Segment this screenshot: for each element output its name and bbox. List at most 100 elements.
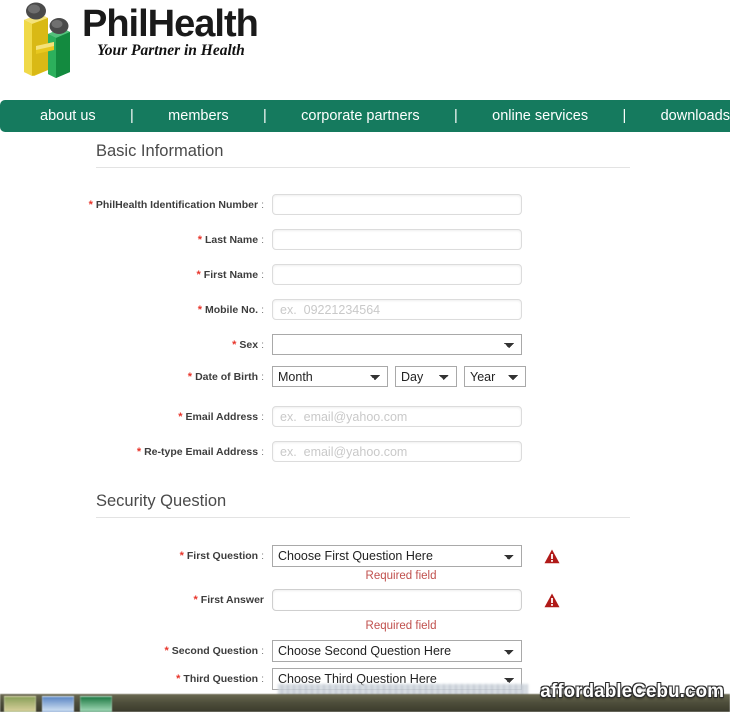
label-colon: : (261, 338, 264, 351)
brand-text-block: PhilHealth Your Partner in Health (82, 4, 282, 60)
section-divider (96, 167, 630, 168)
field-row-sex: * Sex: (0, 334, 730, 355)
required-asterisk: * (196, 268, 201, 281)
nav-separator: | (622, 108, 627, 124)
birth-year-select[interactable]: Year (464, 366, 526, 387)
email-input[interactable] (272, 406, 522, 427)
label-pin: * PhilHealth Identification Number: (0, 199, 272, 211)
label-pin-text: PhilHealth Identification Number (95, 198, 259, 211)
first-answer-warning (537, 593, 567, 608)
first-answer-input[interactable] (272, 589, 522, 611)
required-asterisk: * (197, 303, 202, 316)
first-question-select[interactable]: Choose First Question Here (272, 545, 522, 567)
watermark: affordableCebu.com (540, 681, 724, 702)
page-header: PhilHealth Your Partner in Health (0, 0, 730, 98)
label-first-question: * First Question: (0, 550, 272, 562)
required-asterisk: * (232, 338, 237, 351)
label-first-question-text: First Question (186, 550, 259, 562)
label-colon: : (261, 268, 264, 281)
first-question-warning (537, 549, 567, 564)
warning-triangle-icon (544, 593, 560, 607)
second-question-select[interactable]: Choose Second Question Here (272, 640, 522, 662)
label-email: * Email Address: (0, 411, 272, 423)
required-asterisk: * (176, 673, 181, 685)
section-divider (96, 517, 630, 518)
warning-triangle-icon (544, 549, 560, 563)
first-answer-error-message: Required field (365, 620, 437, 632)
brand-name: PhilHealth (82, 3, 259, 45)
required-asterisk: * (164, 645, 169, 657)
label-date-of-birth-text: Date of Birth (195, 370, 259, 383)
label-sex-text: Sex (239, 338, 259, 351)
nav-item-about-us[interactable]: about us (40, 108, 96, 124)
label-colon: : (261, 233, 264, 246)
label-mobile-no: * Mobile No.: (0, 304, 272, 316)
label-third-question-text: Third Question (183, 673, 259, 685)
label-first-name: * First Name: (0, 269, 272, 281)
site-logo[interactable]: PhilHealth Your Partner in Health (10, 0, 270, 80)
label-email-text: Email Address (185, 410, 259, 423)
nav-item-downloads[interactable]: downloads (661, 108, 730, 124)
field-row-first-name: * First Name: (0, 264, 730, 285)
label-second-question: * Second Question: (0, 645, 272, 657)
retype-email-input[interactable] (272, 441, 522, 462)
last-name-input[interactable] (272, 229, 522, 250)
nav-separator: | (130, 108, 134, 124)
birth-month-select[interactable]: Month (272, 366, 388, 387)
label-colon: : (261, 370, 264, 383)
field-row-first-answer: * First Answer (0, 589, 730, 611)
main-navigation: about us | members | corporate partners … (0, 100, 730, 132)
label-last-name-text: Last Name (204, 233, 259, 246)
required-asterisk: * (187, 370, 193, 383)
required-asterisk: * (178, 410, 183, 423)
field-row-second-question: * Second Question: Choose Second Question… (0, 640, 730, 662)
sex-select[interactable] (272, 334, 522, 355)
registration-form: Basic Information * PhilHealth Identifica… (0, 132, 730, 690)
field-row-first-question: * First Question: Choose First Question H… (0, 545, 730, 567)
birth-day-select[interactable]: Day (395, 366, 457, 387)
nav-item-corporate-partners[interactable]: corporate partners (301, 108, 419, 124)
section-title-security-question: Security Question (96, 492, 227, 510)
label-colon: : (261, 550, 264, 562)
required-asterisk: * (88, 198, 93, 211)
label-colon: : (261, 303, 264, 316)
label-retype-email: * Re-type Email Address: (0, 446, 272, 458)
label-mobile-no-text: Mobile No. (204, 303, 259, 316)
label-colon: : (261, 645, 264, 657)
taskbar-icon-2[interactable] (42, 696, 74, 712)
section-title-basic-information: Basic Information (96, 142, 224, 160)
label-colon: : (261, 673, 264, 685)
label-third-question: * Third Question: (0, 673, 272, 685)
first-question-error-message: Required field (365, 570, 437, 582)
nav-item-members[interactable]: members (168, 108, 228, 124)
label-colon: : (261, 410, 264, 423)
philhealth-two-figures-logo-icon (24, 2, 70, 78)
required-asterisk: * (136, 445, 142, 458)
label-second-question-text: Second Question (171, 645, 259, 657)
label-date-of-birth: * Date of Birth: (0, 371, 272, 383)
label-colon: : (261, 445, 264, 458)
taskbar-icon-3[interactable] (80, 696, 112, 712)
label-first-answer: * First Answer (0, 594, 272, 606)
label-first-name-text: First Name (203, 268, 259, 281)
required-asterisk: * (197, 233, 202, 246)
field-row-date-of-birth: * Date of Birth: Month Day Year (0, 366, 730, 387)
field-row-pin: * PhilHealth Identification Number: (0, 194, 730, 215)
field-row-last-name: * Last Name: (0, 229, 730, 250)
required-asterisk: * (179, 550, 184, 562)
field-row-mobile-no: * Mobile No.: (0, 299, 730, 320)
mobile-no-input[interactable] (272, 299, 522, 320)
nav-separator: | (454, 108, 458, 124)
nav-item-online-services[interactable]: online services (492, 108, 588, 124)
field-row-email: * Email Address: (0, 406, 730, 427)
pin-input[interactable] (272, 194, 522, 215)
taskbar-icon-1[interactable] (4, 696, 36, 712)
label-first-answer-text: First Answer (200, 594, 264, 606)
first-name-input[interactable] (272, 264, 522, 285)
label-last-name: * Last Name: (0, 234, 272, 246)
nav-separator: | (262, 108, 267, 124)
field-row-retype-email: * Re-type Email Address: (0, 441, 730, 462)
label-retype-email-text: Re-type Email Address (144, 445, 259, 458)
required-asterisk: * (193, 594, 198, 606)
label-sex: * Sex: (0, 339, 272, 351)
